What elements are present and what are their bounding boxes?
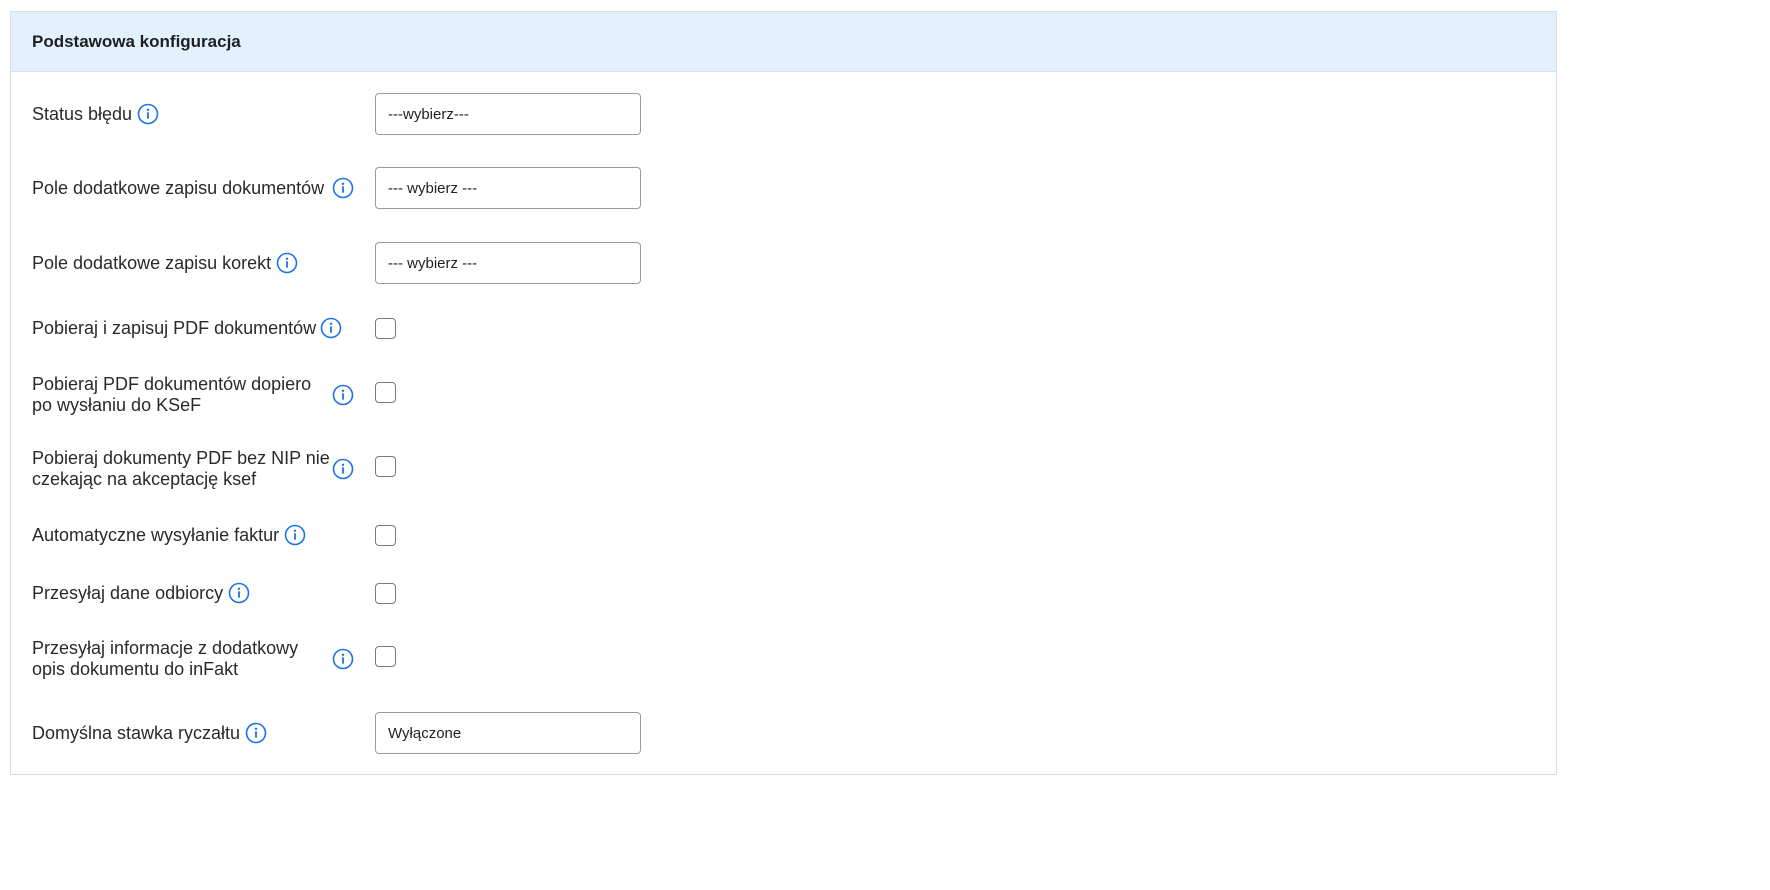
correction-extra-field-select[interactable]: --- wybierz --- xyxy=(375,242,641,284)
send-recipient-data-checkbox[interactable] xyxy=(375,582,396,604)
default-lump-rate-select[interactable]: Wyłączone xyxy=(375,712,641,754)
row-send-extra-description: Przesyłaj informacje z dodatkowy opis do… xyxy=(32,638,1532,680)
info-icon[interactable] xyxy=(320,317,342,339)
error-status-label: Status błędu xyxy=(32,103,133,124)
auto-send-invoices-label: Automatyczne wysyłanie faktur xyxy=(32,524,280,545)
send-extra-description-label: Przesyłaj informacje z dodatkowy opis do… xyxy=(32,638,299,679)
download-pdf-label: Pobieraj i zapisuj PDF dokumentów xyxy=(32,317,317,338)
send-extra-description-checkbox[interactable] xyxy=(375,646,396,667)
row-error-status: Status błędu ---wybierz--- xyxy=(32,93,1532,135)
download-pdf-no-nip-label: Pobieraj dokumenty PDF bez NIP nie czeka… xyxy=(32,448,330,489)
row-download-pdf-after-ksef: Pobieraj PDF dokumentów dopiero po wysła… xyxy=(32,374,1532,416)
download-pdf-after-ksef-checkbox[interactable] xyxy=(375,382,396,403)
auto-send-invoices-checkbox[interactable] xyxy=(375,524,396,546)
panel-header: Podstawowa konfiguracja xyxy=(11,12,1556,72)
info-icon[interactable] xyxy=(332,384,354,406)
doc-extra-field-select[interactable]: --- wybierz --- xyxy=(375,167,641,209)
info-icon[interactable] xyxy=(245,722,267,744)
download-pdf-after-ksef-label: Pobieraj PDF dokumentów dopiero po wysła… xyxy=(32,374,312,415)
info-icon[interactable] xyxy=(276,252,298,274)
info-icon[interactable] xyxy=(332,648,354,670)
error-status-select[interactable]: ---wybierz--- xyxy=(375,93,641,135)
basic-configuration-panel: Podstawowa konfiguracja Status błędu ---… xyxy=(10,11,1557,775)
info-icon[interactable] xyxy=(137,103,159,125)
panel-title: Podstawowa konfiguracja xyxy=(32,31,241,51)
info-icon[interactable] xyxy=(332,177,354,199)
row-send-recipient-data: Przesyłaj dane odbiorcy xyxy=(32,582,1532,604)
row-auto-send-invoices: Automatyczne wysyłanie faktur xyxy=(32,524,1532,546)
row-download-pdf: Pobieraj i zapisuj PDF dokumentów xyxy=(32,317,1532,339)
info-icon[interactable] xyxy=(332,458,354,480)
correction-extra-field-label: Pole dodatkowe zapisu korekt xyxy=(32,252,272,273)
send-recipient-data-label: Przesyłaj dane odbiorcy xyxy=(32,582,224,603)
row-download-pdf-no-nip: Pobieraj dokumenty PDF bez NIP nie czeka… xyxy=(32,448,1532,490)
download-pdf-no-nip-checkbox[interactable] xyxy=(375,456,396,477)
row-default-lump-rate: Domyślna stawka ryczałtu Wyłączone xyxy=(32,712,1532,754)
row-correction-extra-field: Pole dodatkowe zapisu korekt --- wybierz… xyxy=(32,242,1532,284)
download-pdf-checkbox[interactable] xyxy=(375,317,396,339)
doc-extra-field-label: Pole dodatkowe zapisu dokumentów xyxy=(32,177,325,198)
info-icon[interactable] xyxy=(284,524,306,546)
row-doc-extra-field: Pole dodatkowe zapisu dokumentów --- wyb… xyxy=(32,167,1532,209)
info-icon[interactable] xyxy=(228,582,250,604)
default-lump-rate-label: Domyślna stawka ryczałtu xyxy=(32,722,241,743)
